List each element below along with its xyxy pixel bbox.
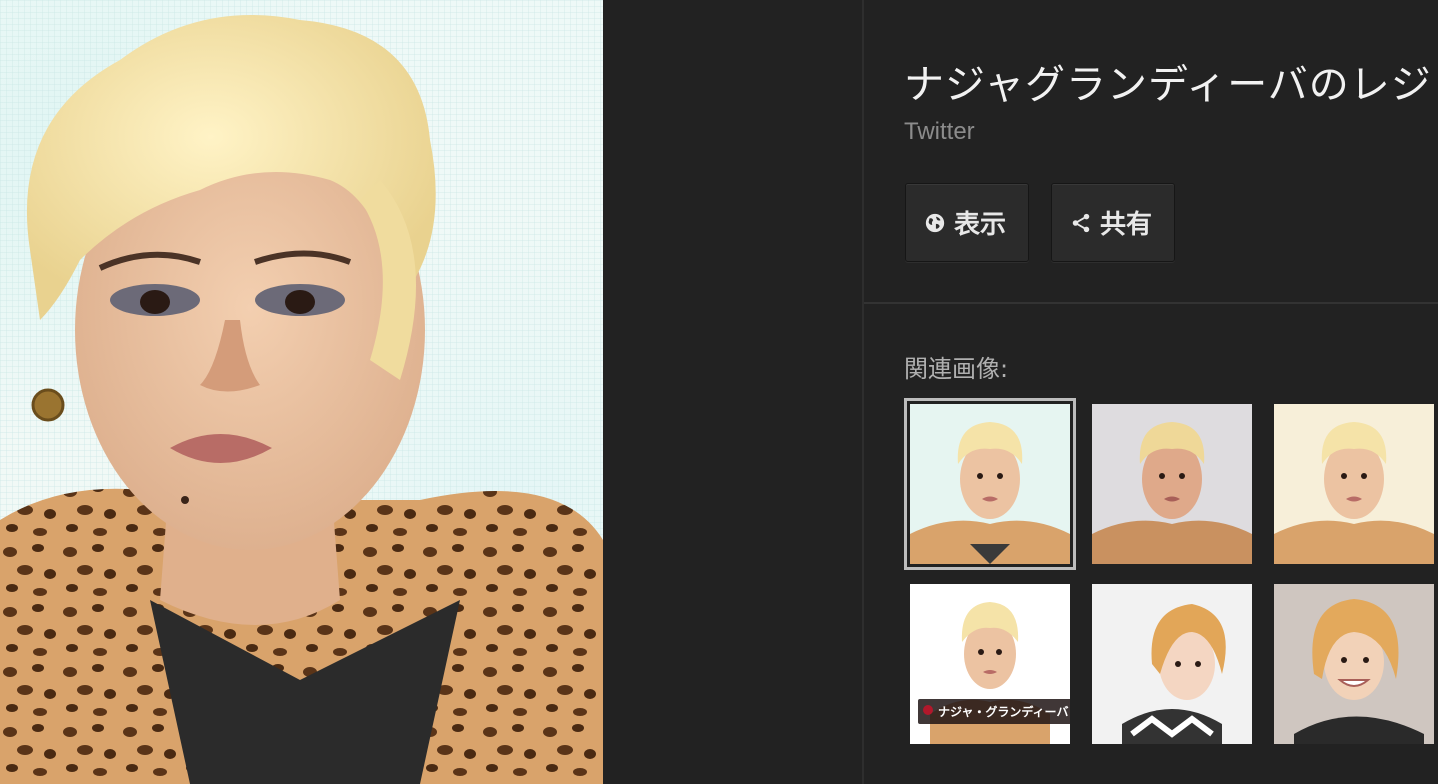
globe-icon <box>925 213 945 232</box>
section-divider <box>864 302 1438 304</box>
image-info-panel: ナジャグランディーバのレジ Twitter 表示 共有 関連画像: ナジャ・グラ… <box>864 0 1438 784</box>
image-source[interactable]: Twitter <box>904 118 975 146</box>
related-thumbnail-2[interactable] <box>1092 404 1252 564</box>
share-button-label: 共有 <box>1100 210 1153 240</box>
thumbnail-image <box>1092 584 1252 744</box>
view-button-label: 表示 <box>954 210 1007 240</box>
related-thumbnail-6[interactable] <box>1274 584 1434 744</box>
thumbnail-image <box>1274 404 1434 564</box>
main-preview-image[interactable] <box>0 0 603 784</box>
thumbnail-caption: ナジャ・グランディーバ <box>918 699 1070 724</box>
background-gap <box>603 0 863 784</box>
related-thumbnail-1[interactable] <box>904 398 1076 570</box>
related-thumbnail-4[interactable]: ナジャ・グランディーバ <box>910 584 1070 744</box>
share-icon <box>1072 213 1090 232</box>
thumbnail-image <box>1274 584 1434 744</box>
share-button[interactable]: 共有 <box>1051 183 1175 262</box>
related-images-label: 関連画像: <box>904 355 1009 383</box>
related-thumbnail-5[interactable] <box>1092 584 1252 744</box>
portrait-illustration <box>0 15 603 784</box>
thumbnail-image <box>910 404 1070 564</box>
related-thumbnail-3[interactable] <box>1274 404 1434 564</box>
image-title[interactable]: ナジャグランディーバのレジ <box>904 52 1432 110</box>
thumbnail-image <box>1092 404 1252 564</box>
view-button[interactable]: 表示 <box>905 183 1029 262</box>
